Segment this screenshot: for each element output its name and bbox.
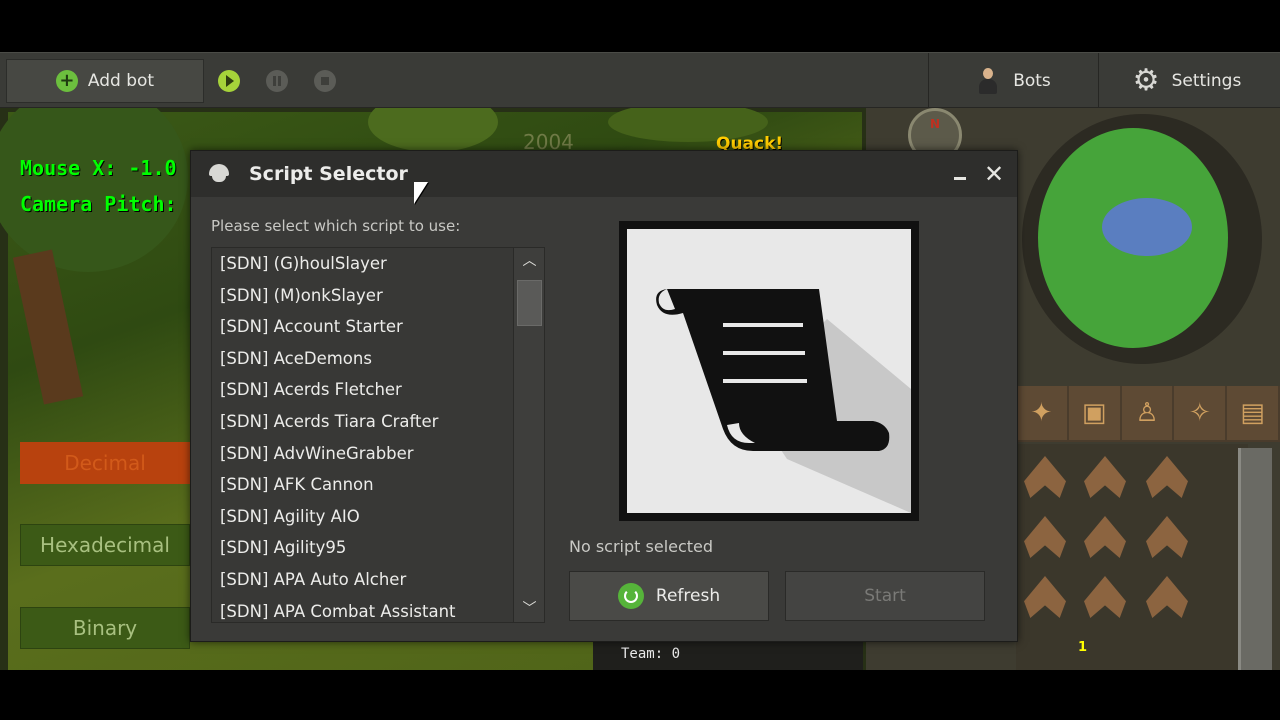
script-list[interactable]: [SDN] (G)houlSlayer [SDN] (M)onkSlayer [SD… <box>211 247 545 623</box>
script-list-items: [SDN] (G)houlSlayer [SDN] (M)onkSlayer [SD… <box>212 248 512 622</box>
tree-foliage <box>368 108 498 152</box>
inventory-item[interactable] <box>1084 456 1126 498</box>
script-list-item[interactable]: [SDN] Account Starter <box>212 311 512 343</box>
script-list-item[interactable]: [SDN] Acerds Fletcher <box>212 374 512 406</box>
script-list-item[interactable]: [SDN] Agility95 <box>212 532 512 564</box>
script-list-item[interactable]: [SDN] AdvWineGrabber <box>212 438 512 470</box>
inventory-panel: 1 <box>1016 444 1248 670</box>
scroll-icon <box>627 229 911 513</box>
minimap-frame <box>1022 114 1262 364</box>
hud-camera-pitch: Camera Pitch: : <box>20 192 201 216</box>
minimap[interactable] <box>1038 128 1228 348</box>
dialog-title-bar[interactable]: Script Selector <box>191 151 1017 197</box>
inventory-item[interactable] <box>1146 516 1188 558</box>
tree-foliage <box>0 108 188 272</box>
script-list-item[interactable]: [SDN] AFK Cannon <box>212 469 512 501</box>
play-icon <box>218 70 240 92</box>
minimap-lake <box>1102 198 1192 256</box>
game-tabs: ✦ ▣ ♙ ✧ ▤ <box>1016 386 1280 442</box>
selection-status: No script selected <box>569 537 714 556</box>
inventory-item[interactable] <box>1084 576 1126 618</box>
play-button[interactable] <box>210 59 248 103</box>
script-list-item[interactable]: [SDN] APA Combat Assistant <box>212 596 512 622</box>
start-button[interactable]: Start <box>785 571 985 621</box>
inventory-item[interactable] <box>1146 576 1188 618</box>
script-list-item[interactable]: [SDN] Acerds Tiara Crafter <box>212 406 512 438</box>
bots-label: Bots <box>1013 71 1051 91</box>
inventory-item[interactable] <box>1024 576 1066 618</box>
gear-icon: ⚙ <box>1132 63 1160 98</box>
script-preview <box>619 221 919 521</box>
mouse-cursor-icon <box>414 182 428 204</box>
wolf-icon <box>207 164 231 184</box>
team-label: Team: 0 <box>593 642 863 670</box>
tab-prayer[interactable]: ✧ <box>1174 386 1226 440</box>
tab-quests[interactable]: ▤ <box>1227 386 1278 440</box>
inventory-item[interactable] <box>1084 516 1126 558</box>
plus-circle-icon: + <box>55 70 78 92</box>
dialog-title: Script Selector <box>249 163 408 185</box>
refresh-label: Refresh <box>655 586 721 606</box>
tab-equipment[interactable]: ♙ <box>1121 386 1173 440</box>
script-selector-dialog: Script Selector ✕ Please select which sc… <box>190 150 1018 642</box>
close-icon[interactable]: ✕ <box>981 159 1007 189</box>
stop-button[interactable] <box>306 59 344 103</box>
refresh-button[interactable]: Refresh <box>569 571 769 621</box>
top-toolbar: + Add bot Bots ⚙ Settings <box>0 52 1280 109</box>
script-list-item[interactable]: [SDN] Agility AIO <box>212 501 512 533</box>
scroll-down-icon[interactable]: ﹀ <box>514 596 545 622</box>
pause-icon <box>266 70 288 92</box>
script-list-item[interactable]: [SDN] (M)onkSlayer <box>212 280 512 312</box>
toolbar-divider <box>1098 53 1099 109</box>
script-list-scrollbar[interactable]: ︿ ﹀ <box>513 248 544 622</box>
start-label: Start <box>864 586 906 606</box>
add-bot-button[interactable]: + Add bot <box>6 59 204 103</box>
scroll-up-icon[interactable]: ︿ <box>514 248 545 274</box>
inventory-stack-count: 1 <box>1078 640 1088 655</box>
refresh-icon <box>617 583 644 609</box>
panel-pillar <box>1238 448 1272 670</box>
instruction-text: Please select which script to use: <box>211 217 461 235</box>
decimal-button[interactable]: Decimal <box>20 442 190 484</box>
inventory-item[interactable] <box>1024 456 1066 498</box>
toolbar-divider <box>928 53 929 109</box>
pause-button[interactable] <box>258 59 296 103</box>
scroll-thumb[interactable] <box>517 280 542 326</box>
inventory-item[interactable] <box>1146 456 1188 498</box>
person-icon <box>977 68 999 94</box>
stop-icon <box>314 70 336 92</box>
script-list-item[interactable]: [SDN] APA Auto Alcher <box>212 564 512 596</box>
screen: + Add bot Bots ⚙ Settings Mouse X: -1.0 … <box>0 0 1280 720</box>
hexadecimal-button[interactable]: Hexadecimal <box>20 524 190 566</box>
binary-button[interactable]: Binary <box>20 607 190 649</box>
settings-label: Settings <box>1171 71 1242 91</box>
tab-inventory[interactable]: ▣ <box>1068 386 1120 440</box>
minimize-icon[interactable] <box>953 167 967 181</box>
settings-button[interactable]: ⚙ Settings <box>1102 59 1272 103</box>
script-list-item[interactable]: [SDN] (G)houlSlayer <box>212 248 512 280</box>
tree-trunk <box>12 249 84 405</box>
script-list-item[interactable]: [SDN] AceDemons <box>212 343 512 375</box>
inventory-item[interactable] <box>1024 516 1066 558</box>
hud-mouse-readout: Mouse X: -1.0 I <box>20 156 201 180</box>
tab-magic[interactable]: ✦ <box>1016 386 1067 440</box>
add-bot-label: Add bot <box>87 71 155 91</box>
bots-button[interactable]: Bots <box>932 59 1096 103</box>
